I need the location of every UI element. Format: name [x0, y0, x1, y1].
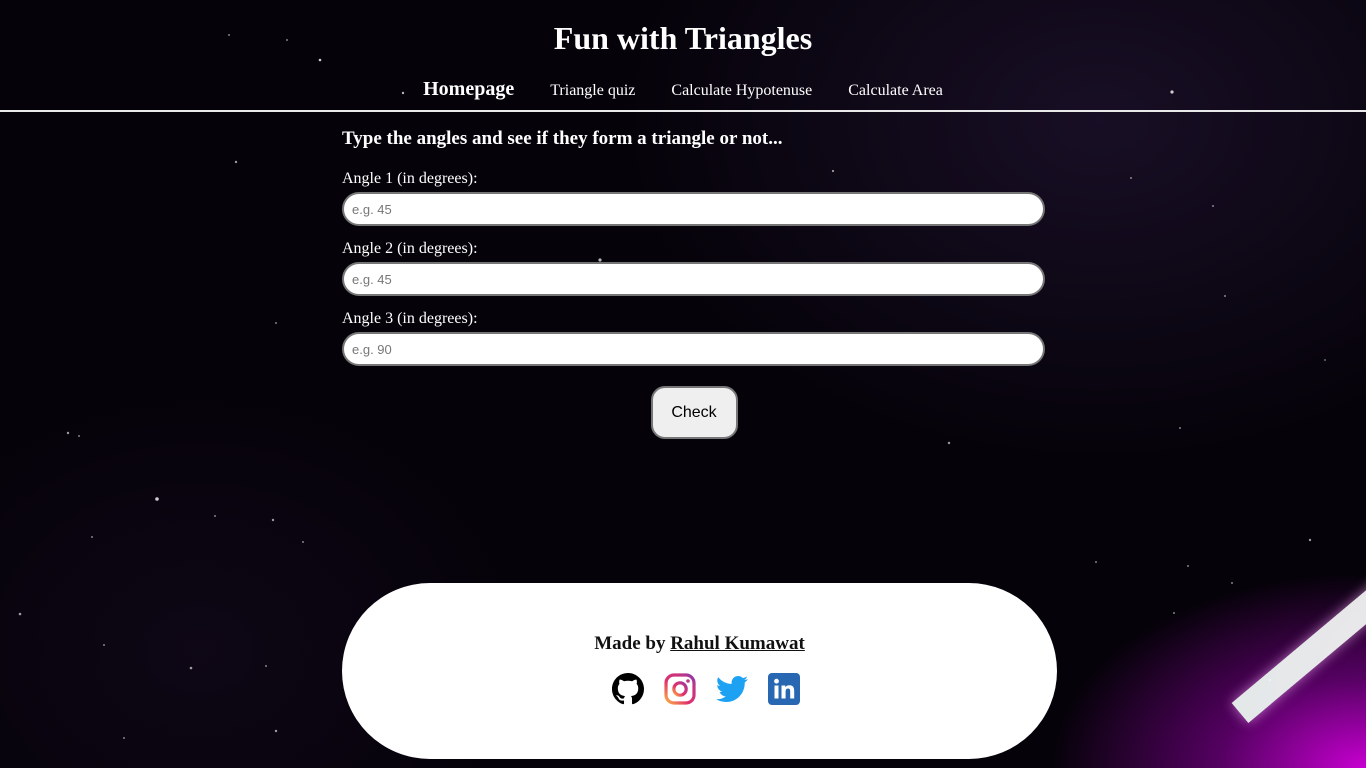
form-heading: Type the angles and see if they form a t… — [342, 128, 783, 149]
nav-item-calculate-hypotenuse[interactable]: Calculate Hypotenuse — [671, 82, 812, 100]
github-link[interactable] — [611, 673, 644, 705]
angle-form: Type the angles and see if they form a t… — [342, 128, 1046, 439]
made-by-text: Made by Rahul Kumawat — [342, 633, 1057, 655]
angle-1-group: Angle 1 (in degrees): — [342, 170, 1046, 226]
social-links — [342, 673, 1057, 705]
angle-1-input[interactable] — [342, 192, 1045, 226]
instagram-icon — [663, 673, 696, 705]
made-by-prefix: Made by — [594, 633, 666, 654]
check-button-wrap: Check — [342, 386, 1046, 439]
angle-1-label: Angle 1 (in degrees): — [342, 170, 478, 187]
angle-3-label: Angle 3 (in degrees): — [342, 310, 478, 327]
main-nav: Homepage Triangle quiz Calculate Hypoten… — [0, 78, 1366, 101]
angle-2-input[interactable] — [342, 262, 1045, 296]
angle-2-label: Angle 2 (in degrees): — [342, 240, 478, 257]
instagram-link[interactable] — [663, 673, 696, 705]
nav-item-homepage[interactable]: Homepage — [423, 78, 514, 101]
angle-2-group: Angle 2 (in degrees): — [342, 240, 1046, 296]
nav-item-calculate-area[interactable]: Calculate Area — [848, 82, 943, 100]
angle-3-group: Angle 3 (in degrees): — [342, 310, 1046, 366]
author-link[interactable]: Rahul Kumawat — [670, 633, 805, 654]
header-divider — [0, 110, 1366, 112]
footer-card: Made by Rahul Kumawat — [342, 583, 1057, 759]
twitter-link[interactable] — [715, 673, 748, 705]
twitter-icon — [715, 675, 748, 702]
linkedin-icon — [767, 673, 800, 705]
github-icon — [611, 673, 644, 705]
nav-item-triangle-quiz[interactable]: Triangle quiz — [550, 82, 635, 100]
angle-3-input[interactable] — [342, 332, 1045, 366]
page-title: Fun with Triangles — [553, 20, 813, 56]
linkedin-link[interactable] — [767, 673, 800, 705]
check-button[interactable]: Check — [650, 386, 738, 439]
